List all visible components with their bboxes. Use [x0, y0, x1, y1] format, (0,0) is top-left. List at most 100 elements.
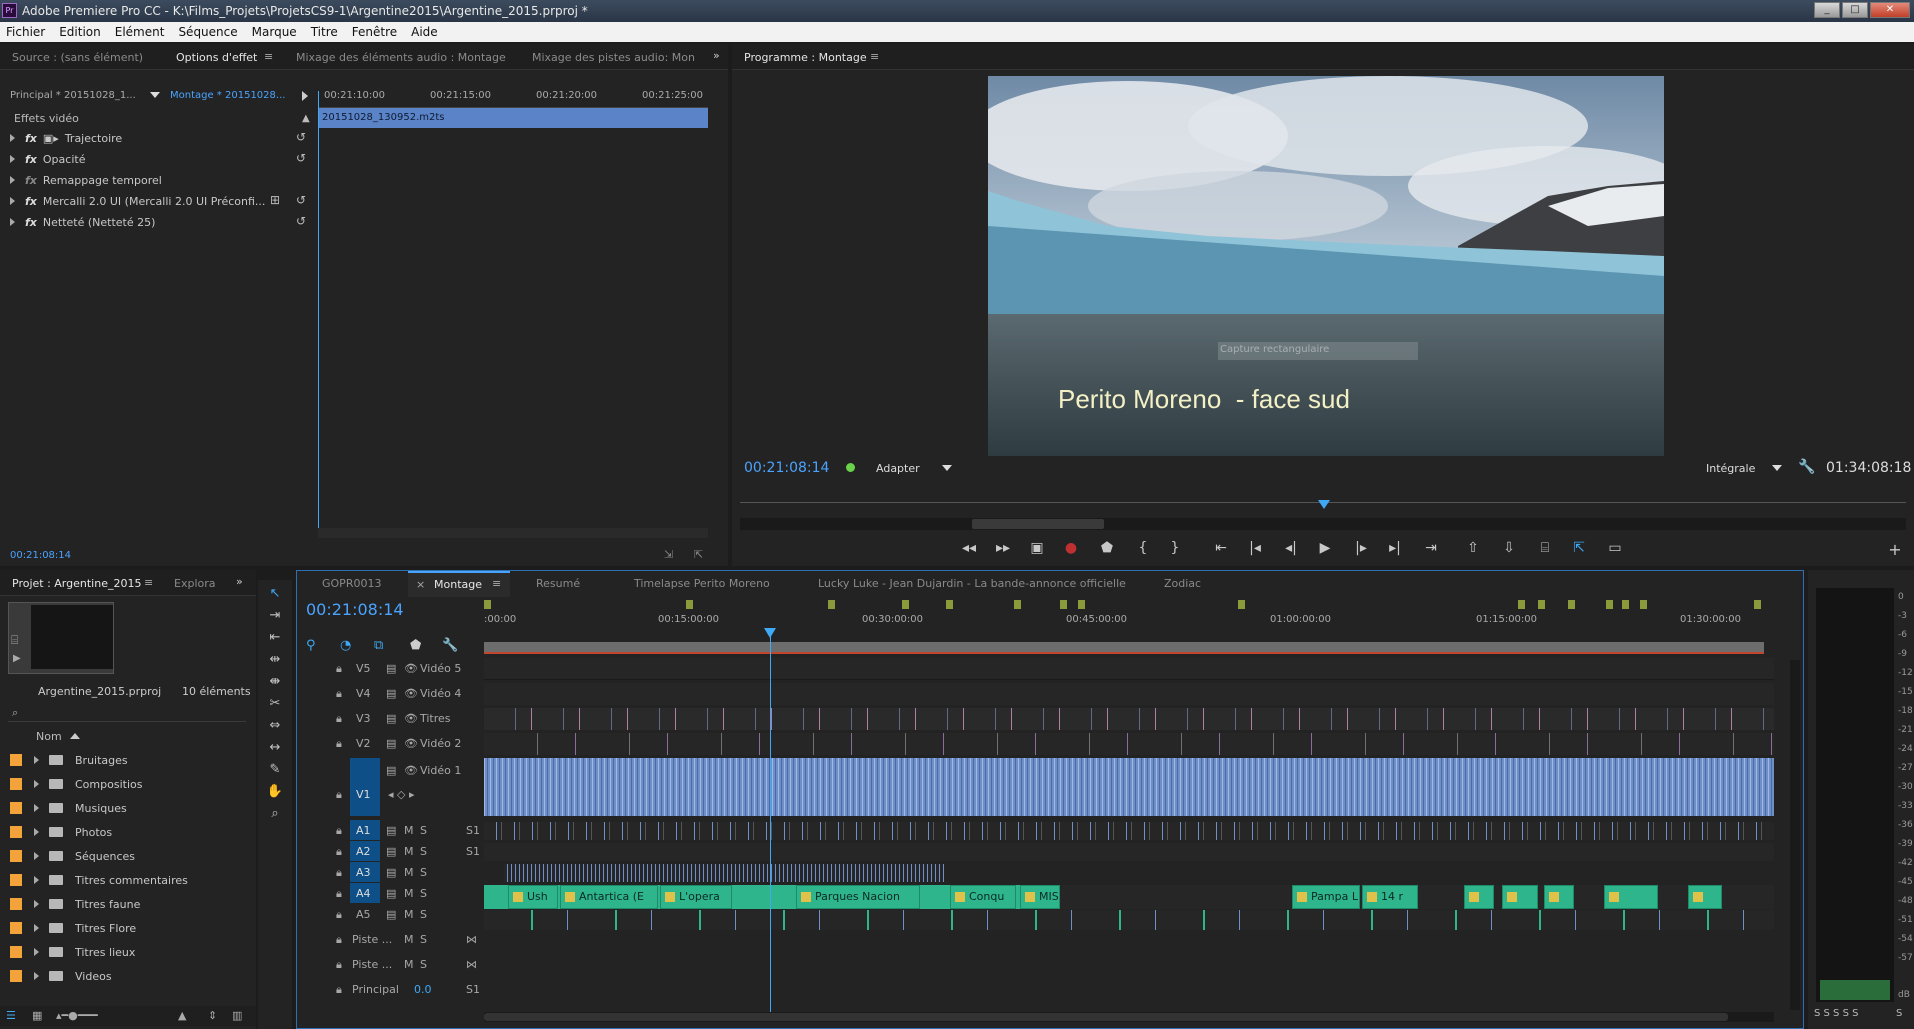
solo-button[interactable]: S	[420, 824, 427, 837]
audio-clip[interactable]: L'opera	[660, 885, 732, 909]
toggle-sync-icon[interactable]: ▤	[386, 866, 396, 879]
export-frame-icon[interactable]: ⇱	[1568, 540, 1590, 556]
mute-button[interactable]: M	[404, 824, 414, 837]
track-master[interactable]: 🔒︎ Principal 0.0 S1	[300, 979, 480, 999]
toggle-output-icon[interactable]: ▤	[386, 764, 396, 777]
meter-solo-single[interactable]: S	[1896, 1008, 1902, 1019]
eye-icon[interactable]: 👁︎	[404, 687, 418, 700]
lock-icon[interactable]: 🔒︎	[336, 788, 342, 802]
slide-icon[interactable]: ↔	[266, 740, 284, 756]
play-icon[interactable]: ▶	[13, 653, 21, 664]
add-marker-icon[interactable]: ⬟	[1096, 540, 1118, 556]
settings-icon[interactable]: ⊞	[270, 193, 280, 207]
lock-icon[interactable]: 🔒︎	[336, 866, 342, 880]
filter-icon[interactable]: ⇲	[664, 548, 673, 561]
hand-icon[interactable]: ✋	[266, 784, 284, 800]
marker[interactable]	[1538, 600, 1545, 609]
effect-scrollbar[interactable]	[318, 528, 708, 538]
marker[interactable]	[828, 600, 835, 609]
lock-icon[interactable]: 🔒︎	[336, 824, 342, 838]
chevron-down-icon[interactable]	[1772, 465, 1782, 471]
rolling-edit-icon[interactable]: ⇹	[266, 652, 284, 668]
folder-row[interactable]: Compositios	[10, 774, 142, 794]
slip-icon[interactable]: ⇔	[266, 718, 284, 734]
toggle-sync-icon[interactable]: ▤	[386, 845, 396, 858]
menu-element[interactable]: Elément	[115, 25, 165, 39]
marker[interactable]	[902, 600, 909, 609]
tab-lucky-luke[interactable]: Lucky Luke - Jean Dujardin - La bande-an…	[818, 577, 1126, 597]
lane-v4[interactable]	[484, 683, 1774, 705]
lock-icon[interactable]: 🔒︎	[336, 983, 342, 997]
lane-a3[interactable]	[504, 864, 944, 882]
rate-stretch-icon[interactable]: ⇼	[266, 674, 284, 690]
folder-row[interactable]: Titres faune	[10, 894, 140, 914]
folder-row[interactable]: Titres lieux	[10, 942, 135, 962]
zoom-icon[interactable]: ⌕	[266, 806, 284, 822]
marker[interactable]	[1754, 600, 1761, 609]
tab-audio-clip-mixer[interactable]: Mixage des éléments audio : Montage	[296, 51, 506, 64]
menu-icon[interactable]: ≡	[264, 50, 273, 63]
razor-icon[interactable]: ✂	[266, 696, 284, 712]
mute-button[interactable]: M	[404, 845, 414, 858]
reset-icon[interactable]: ↺	[296, 151, 306, 165]
marker[interactable]	[1640, 600, 1647, 609]
montage-selector[interactable]: Montage * 20151028...	[170, 90, 285, 101]
track-a5[interactable]: 🔒︎ A5 ▤ M S	[300, 904, 480, 924]
selection-tool-icon[interactable]: ↖	[266, 586, 284, 602]
marker[interactable]	[1060, 600, 1067, 609]
toggle-output-icon[interactable]: ▤	[386, 662, 396, 675]
lock-icon[interactable]: 🔒︎	[336, 887, 342, 901]
mark-out-icon[interactable]: ▸▸	[992, 540, 1014, 556]
camera-icon[interactable]: ⌸	[1534, 540, 1556, 556]
folder-row[interactable]: Bruitages	[10, 750, 128, 770]
menu-marque[interactable]: Marque	[252, 25, 297, 39]
menu-edition[interactable]: Edition	[59, 25, 101, 39]
master-volume[interactable]: 0.0	[414, 983, 432, 996]
audio-clip[interactable]	[1464, 885, 1494, 909]
audio-clip[interactable]	[1688, 885, 1722, 909]
minimize-button[interactable]: _	[1814, 2, 1840, 18]
track-a1[interactable]: 🔒︎ A1 ▤ M S S1	[300, 820, 480, 840]
tab-audio-track-mixer[interactable]: Mixage des pistes audio: Mon	[532, 51, 695, 64]
toggle-sync-icon[interactable]: ▤	[386, 887, 396, 900]
icon-view-icon[interactable]: ▦	[32, 1009, 42, 1022]
track-submix-2[interactable]: 🔒︎ Piste ... M S ⋈	[300, 954, 480, 974]
mute-button[interactable]: M	[404, 933, 414, 946]
track-a3[interactable]: 🔒︎ A3 ▤ M S	[300, 862, 480, 882]
lock-icon[interactable]: 🔒︎	[336, 737, 342, 751]
quality-dropdown[interactable]: Intégrale	[1706, 462, 1755, 475]
marker[interactable]	[946, 600, 953, 609]
lane-a1[interactable]	[484, 822, 1774, 840]
fx-nettete[interactable]: fx Netteté (Netteté 25)	[10, 216, 155, 234]
play-icon[interactable]	[302, 91, 308, 101]
tab-project[interactable]: Projet : Argentine_2015	[12, 577, 141, 590]
solo-button[interactable]: S	[420, 887, 427, 900]
extract-icon[interactable]: ⇩	[1498, 540, 1520, 556]
toggle-sync-icon[interactable]: ▤	[386, 824, 396, 837]
menu-icon[interactable]: ≡	[870, 50, 879, 63]
wrench-icon[interactable]: 🔧	[1798, 459, 1815, 475]
audio-clip[interactable]: Parques Nacion	[796, 885, 920, 909]
principal-selector[interactable]: Principal * 20151028_1...	[10, 90, 136, 101]
menu-titre[interactable]: Titre	[311, 25, 338, 39]
menu-icon[interactable]: ≡	[492, 577, 501, 590]
clip-bar[interactable]: 20151028_130952.m2ts	[318, 108, 708, 128]
eye-icon[interactable]: 👁︎	[404, 662, 418, 675]
in-point-icon[interactable]: {	[1132, 540, 1154, 556]
toggle-output-icon[interactable]: ▤	[386, 737, 396, 750]
collapse-icon[interactable]: ▲	[302, 113, 310, 124]
wrench-icon[interactable]: 🔧	[442, 638, 458, 653]
overflow-icon[interactable]: »	[236, 575, 243, 588]
lane-submix-2[interactable]	[484, 980, 1774, 1002]
tab-program[interactable]: Programme : Montage	[744, 51, 867, 64]
lane-titles[interactable]	[484, 708, 1774, 730]
voiceover-icon[interactable]: S1	[466, 824, 480, 837]
go-to-out-icon[interactable]: ⇥	[1420, 540, 1442, 556]
mute-button[interactable]: M	[404, 887, 414, 900]
menu-icon[interactable]: ≡	[144, 576, 153, 589]
lock-icon[interactable]: 🔒︎	[336, 845, 342, 859]
tab-source[interactable]: Source : (sans élément)	[12, 51, 143, 64]
marker[interactable]	[686, 600, 693, 609]
monitor-playhead[interactable]	[1318, 500, 1330, 509]
lane-v5[interactable]	[484, 658, 1774, 680]
